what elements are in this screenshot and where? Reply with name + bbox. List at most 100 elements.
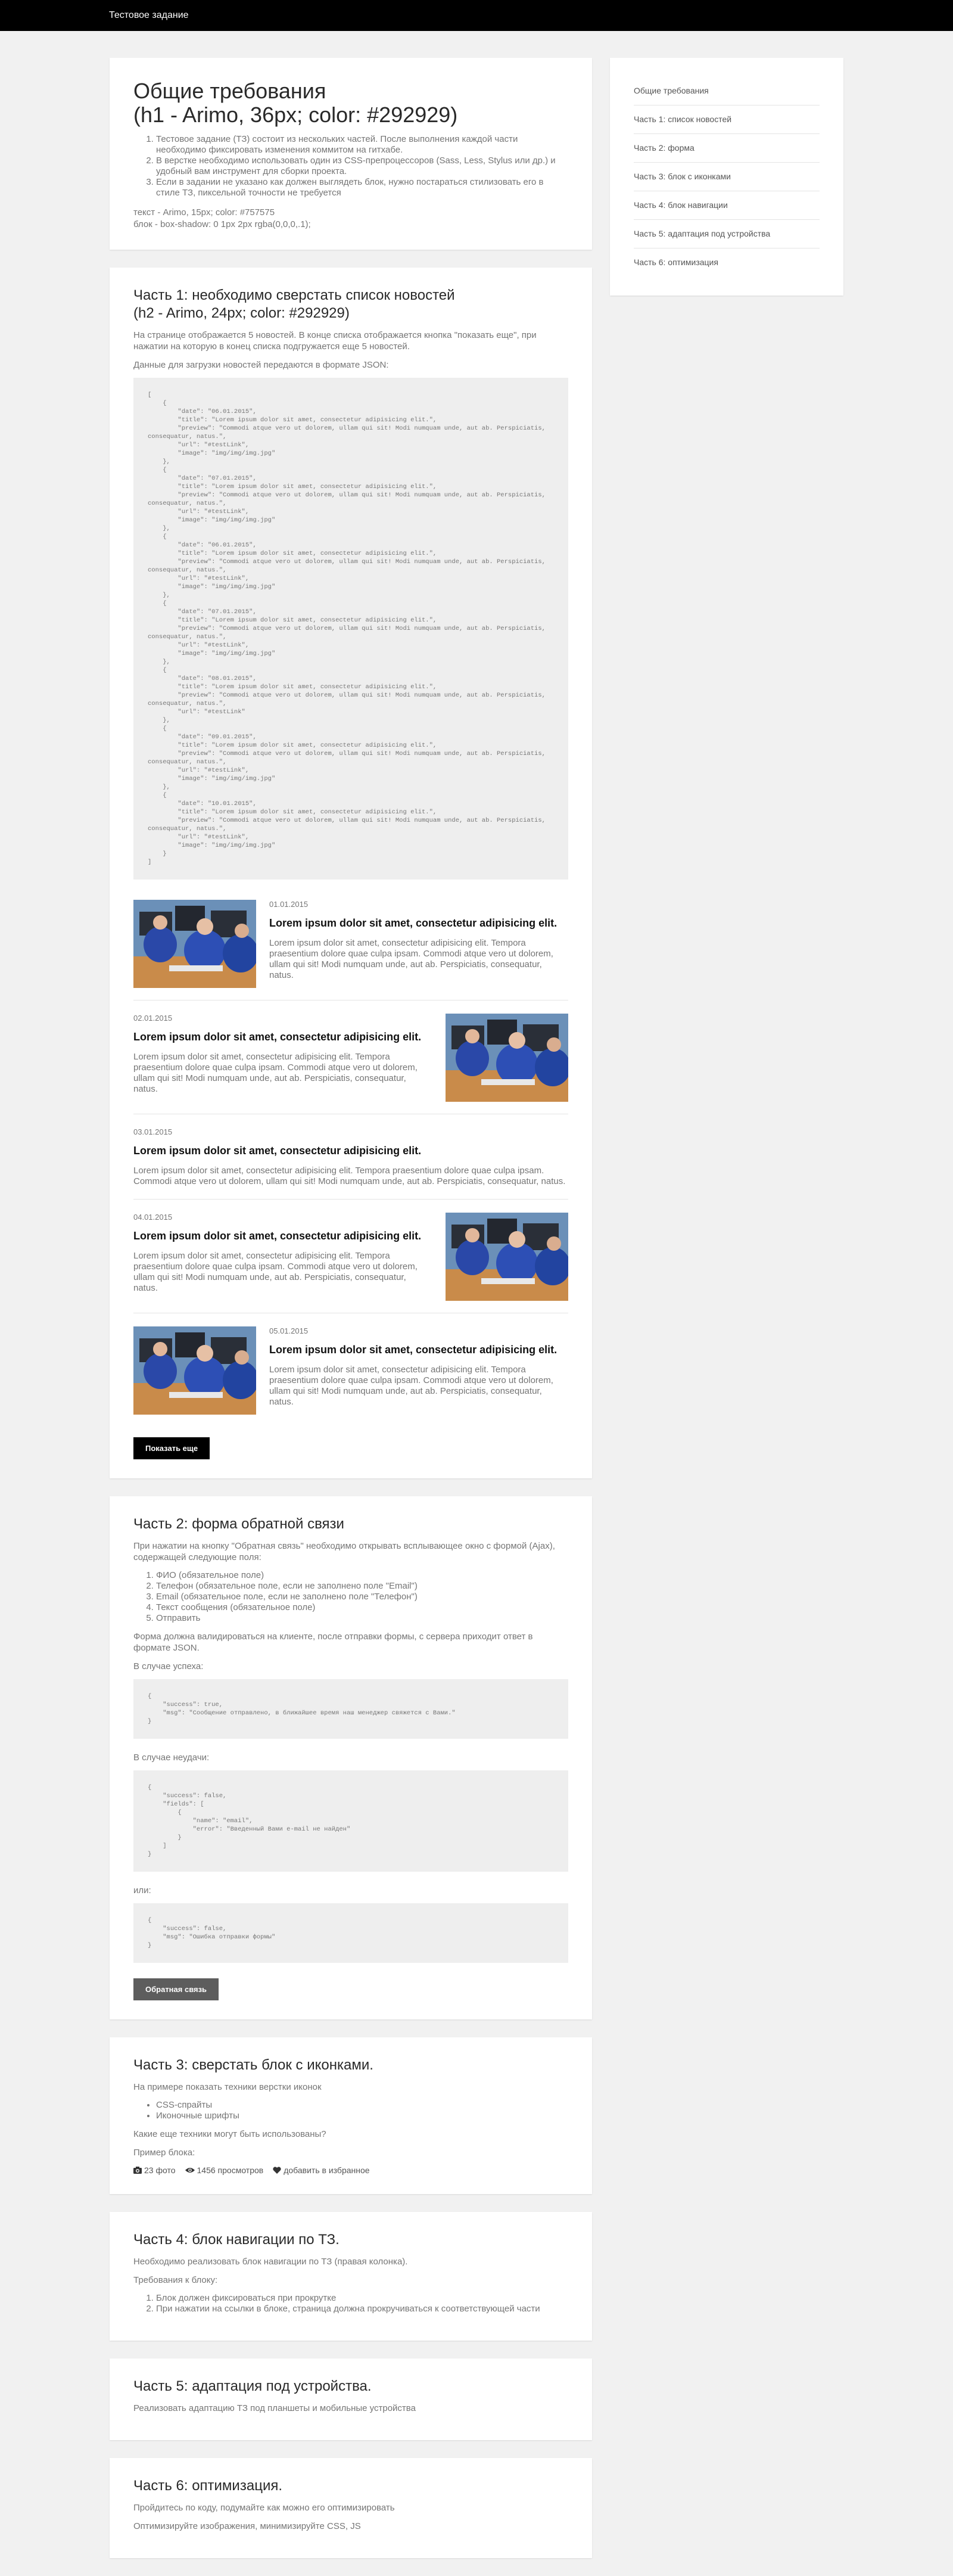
news-title-link[interactable]: Lorem ipsum dolor sit amet, consectetur … bbox=[133, 1031, 432, 1043]
part2-description: При нажатии на кнопку "Обратная связь" н… bbox=[133, 1541, 555, 1562]
general-requirements-card: Общие требования (h1 - Arimo, 36px; colo… bbox=[110, 58, 592, 250]
camera-icon bbox=[133, 2167, 142, 2174]
part2-card: Часть 2: форма обратной связи При нажати… bbox=[110, 1496, 592, 2019]
heart-icon bbox=[273, 2167, 281, 2174]
news-body: 04.01.2015 Lorem ipsum dolor sit amet, c… bbox=[133, 1213, 432, 1294]
news-item[interactable]: 03.01.2015 Lorem ipsum dolor sit amet, c… bbox=[133, 1120, 568, 1200]
nav-card: Общие требования Часть 1: список новосте… bbox=[610, 58, 843, 296]
news-json-code: [ { "date": "06.01.2015", "title": "Lore… bbox=[133, 378, 568, 880]
news-image[interactable] bbox=[446, 1213, 568, 1301]
news-title-link[interactable]: Lorem ipsum dolor sit amet, consectetur … bbox=[269, 917, 568, 930]
page-layout: Общие требования (h1 - Arimo, 36px; colo… bbox=[110, 58, 843, 2576]
part1-card: Часть 1: необходимо сверстать список нов… bbox=[110, 268, 592, 1478]
sidebar: Общие требования Часть 1: список новосте… bbox=[610, 58, 843, 313]
part1-title-line1: Часть 1: необходимо сверстать список нов… bbox=[133, 287, 455, 303]
list-item: При нажатии на ссылки в блоке, страница … bbox=[156, 2304, 568, 2314]
news-item[interactable]: 01.01.2015 Lorem ipsum dolor sit amet, c… bbox=[133, 893, 568, 1000]
news-preview: Lorem ipsum dolor sit amet, consectetur … bbox=[133, 1251, 418, 1293]
part5-description: Реализовать адаптацию ТЗ под планшеты и … bbox=[133, 2403, 416, 2413]
part3-question: Какие еще техники могут быть использован… bbox=[133, 2129, 326, 2139]
part3-description: На примере показать техники верстки икон… bbox=[133, 2082, 322, 2092]
part2-validation-note: Форма должна валидироваться на клиенте, … bbox=[133, 1632, 533, 1653]
page-title-line1: Общие требования bbox=[133, 79, 326, 103]
part6-title: Часть 6: оптимизация. bbox=[133, 2478, 283, 2494]
news-body: 05.01.2015 Lorem ipsum dolor sit amet, c… bbox=[269, 1326, 568, 1407]
page-title: Общие требования (h1 - Arimo, 36px; colo… bbox=[133, 79, 568, 127]
form-fields-list: ФИО (обязательное поле) Телефон (обязате… bbox=[133, 1570, 568, 1624]
main-column: Общие требования (h1 - Arimo, 36px; colo… bbox=[110, 58, 592, 2576]
eye-icon bbox=[185, 2168, 195, 2173]
news-body: 03.01.2015 Lorem ipsum dolor sit amet, c… bbox=[133, 1127, 568, 1187]
show-more-button[interactable]: Показать еще bbox=[133, 1437, 210, 1459]
nav-item-part4[interactable]: Часть 4: блок навигации bbox=[634, 191, 820, 220]
success-label: В случае успеха: bbox=[133, 1661, 204, 1671]
nav-item-part6[interactable]: Часть 6: оптимизация bbox=[634, 248, 820, 276]
news-date: 04.01.2015 bbox=[133, 1213, 173, 1222]
part6-card: Часть 6: оптимизация. Пройдитесь по коду… bbox=[110, 2458, 592, 2558]
news-image[interactable] bbox=[133, 900, 256, 988]
news-body: 01.01.2015 Lorem ipsum dolor sit amet, c… bbox=[269, 900, 568, 981]
or-label: или: bbox=[133, 1885, 151, 1896]
news-title-link[interactable]: Lorem ipsum dolor sit amet, consectetur … bbox=[133, 1145, 568, 1157]
list-item: Иконочные шрифты bbox=[156, 2111, 568, 2121]
news-item[interactable]: 05.01.2015 Lorem ipsum dolor sit amet, c… bbox=[133, 1319, 568, 1427]
news-title-link[interactable]: Lorem ipsum dolor sit amet, consectetur … bbox=[269, 1344, 568, 1356]
nav-requirements-list: Блок должен фиксироваться при прокрутке … bbox=[133, 2293, 568, 2314]
news-date: 05.01.2015 bbox=[269, 1326, 309, 1335]
part3-card: Часть 3: сверстать блок с иконками. На п… bbox=[110, 2037, 592, 2194]
feedback-button[interactable]: Обратная связь bbox=[133, 1978, 219, 2000]
part1-json-intro: Данные для загрузки новостей передаются … bbox=[133, 360, 389, 370]
part4-description: Необходимо реализовать блок навигации по… bbox=[133, 2257, 408, 2267]
photos-label: 23 фото bbox=[144, 2165, 176, 2175]
block-style-note: блок - box-shadow: 0 1px 2px rgba(0,0,0,… bbox=[133, 219, 311, 229]
text-style-note: текст - Arimo, 15px; color: #757575 bbox=[133, 207, 275, 217]
nav-item-part3[interactable]: Часть 3: блок с иконками bbox=[634, 163, 820, 191]
add-favorite[interactable]: добавить в избранное bbox=[273, 2165, 370, 2175]
views-label: 1456 просмотров bbox=[197, 2165, 264, 2175]
part5-card: Часть 5: адаптация под устройства. Реали… bbox=[110, 2359, 592, 2440]
favorite-label: добавить в избранное bbox=[284, 2165, 370, 2175]
news-preview: Lorem ipsum dolor sit amet, consectetur … bbox=[133, 1166, 566, 1186]
news-title-link[interactable]: Lorem ipsum dolor sit amet, consectetur … bbox=[133, 1230, 432, 1242]
news-image[interactable] bbox=[446, 1014, 568, 1102]
nav-item-general[interactable]: Общие требования bbox=[634, 77, 820, 105]
part2-title: Часть 2: форма обратной связи bbox=[133, 1516, 344, 1532]
nav-list: Общие требования Часть 1: список новосте… bbox=[634, 77, 820, 276]
views-count[interactable]: 1456 просмотров bbox=[185, 2165, 264, 2175]
techniques-list: CSS-спрайты Иконочные шрифты bbox=[133, 2100, 568, 2121]
fail-label: В случае неудачи: bbox=[133, 1752, 210, 1763]
news-list: 01.01.2015 Lorem ipsum dolor sit amet, c… bbox=[133, 893, 568, 1427]
part4-card: Часть 4: блок навигации по ТЗ. Необходим… bbox=[110, 2212, 592, 2341]
news-date: 03.01.2015 bbox=[133, 1127, 173, 1136]
news-body: 02.01.2015 Lorem ipsum dolor sit amet, c… bbox=[133, 1014, 432, 1095]
photos-count[interactable]: 23 фото bbox=[133, 2165, 176, 2175]
news-item[interactable]: 02.01.2015 Lorem ipsum dolor sit amet, c… bbox=[133, 1006, 568, 1114]
list-item: Текст сообщения (обязательное поле) bbox=[156, 1602, 568, 1613]
list-item: Телефон (обязательное поле, если не запо… bbox=[156, 1581, 568, 1592]
list-item: Email (обязательное поле, если не заполн… bbox=[156, 1592, 568, 1602]
nav-item-part2[interactable]: Часть 2: форма bbox=[634, 134, 820, 163]
news-preview: Lorem ipsum dolor sit amet, consectetur … bbox=[133, 1052, 418, 1094]
list-item: CSS-спрайты bbox=[156, 2100, 568, 2111]
nav-item-part5[interactable]: Часть 5: адаптация под устройства bbox=[634, 220, 820, 248]
list-item: Тестовое задание (ТЗ) состоит из несколь… bbox=[156, 134, 568, 156]
list-item: В верстке необходимо использовать один и… bbox=[156, 156, 568, 177]
news-preview: Lorem ipsum dolor sit amet, consectetur … bbox=[269, 938, 553, 980]
news-image[interactable] bbox=[133, 1326, 256, 1415]
part4-title: Часть 4: блок навигации по ТЗ. bbox=[133, 2232, 340, 2248]
list-item: Если в задании не указано как должен выг… bbox=[156, 177, 568, 198]
top-bar: Тестовое задание bbox=[0, 0, 953, 31]
part5-title: Часть 5: адаптация под устройства. bbox=[133, 2378, 372, 2394]
news-date: 02.01.2015 bbox=[133, 1014, 173, 1023]
nav-item-part1[interactable]: Часть 1: список новостей bbox=[634, 105, 820, 134]
page-title-line2: (h1 - Arimo, 36px; color: #292929) bbox=[133, 102, 458, 127]
list-item: Отправить bbox=[156, 1613, 568, 1624]
part3-title: Часть 3: сверстать блок с иконками. bbox=[133, 2057, 373, 2073]
list-item: Блок должен фиксироваться при прокрутке bbox=[156, 2293, 568, 2304]
icons-block: 23 фото 1456 просмотров добавить в избра… bbox=[133, 2165, 568, 2175]
success-json-code: { "success": true, "msg": "Сообщение отп… bbox=[133, 1679, 568, 1739]
part3-example-label: Пример блока: bbox=[133, 2148, 195, 2158]
requirements-list: Тестовое задание (ТЗ) состоит из несколь… bbox=[133, 134, 568, 198]
part1-title: Часть 1: необходимо сверстать список нов… bbox=[133, 287, 568, 322]
news-item[interactable]: 04.01.2015 Lorem ipsum dolor sit amet, c… bbox=[133, 1205, 568, 1313]
